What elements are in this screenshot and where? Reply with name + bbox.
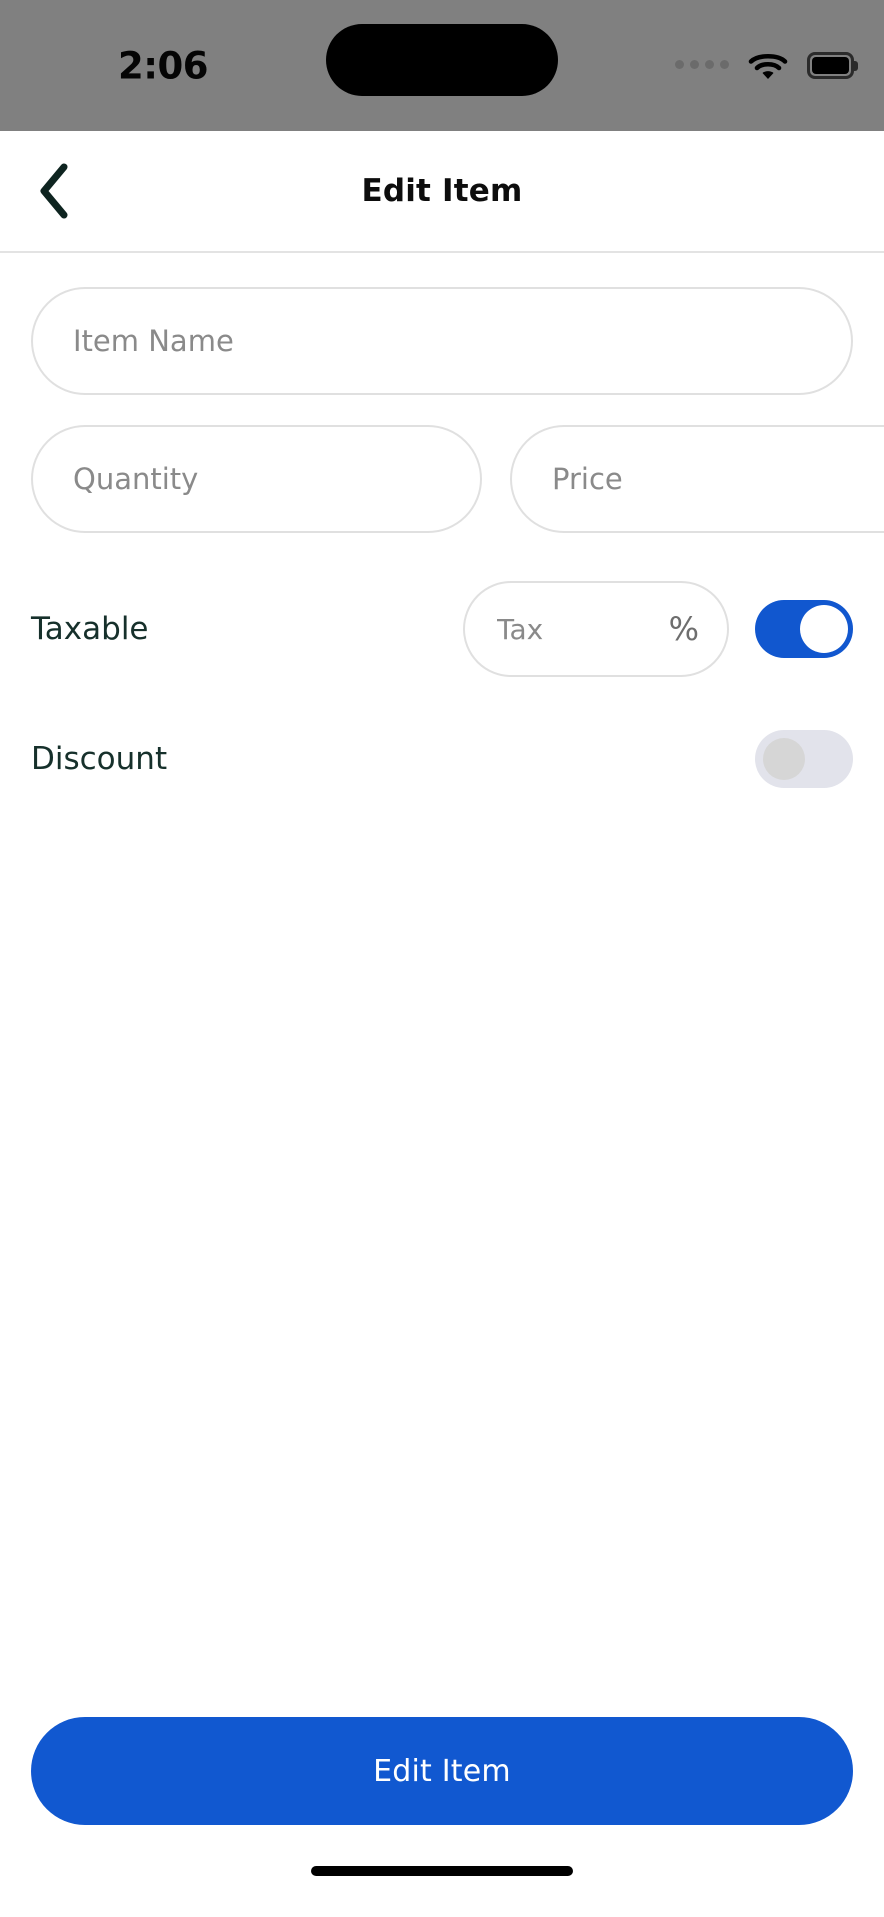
dynamic-island	[326, 24, 558, 96]
discount-toggle[interactable]	[755, 730, 853, 788]
discount-row: Discount	[31, 705, 853, 813]
percent-icon: %	[668, 610, 699, 648]
battery-full-icon	[807, 52, 854, 79]
nav-header: Edit Item	[0, 131, 884, 253]
quantity-price-row	[31, 425, 884, 533]
taxable-label: Taxable	[31, 611, 149, 647]
status-bar: 2:06	[0, 0, 884, 131]
item-name-input[interactable]	[31, 287, 853, 395]
price-input[interactable]	[510, 425, 884, 533]
footer: Edit Item	[0, 1717, 884, 1825]
toggle-knob	[800, 605, 848, 653]
discount-label: Discount	[31, 741, 168, 777]
toggle-knob	[763, 738, 805, 780]
home-indicator[interactable]	[311, 1866, 573, 1876]
quantity-input[interactable]	[31, 425, 482, 533]
page-title: Edit Item	[361, 173, 523, 209]
tax-input[interactable]	[497, 612, 663, 646]
back-button[interactable]	[26, 159, 82, 223]
chevron-left-icon	[40, 163, 68, 219]
wifi-icon	[748, 53, 788, 79]
edit-item-form: Taxable % Discount	[0, 253, 884, 1717]
signal-dots-icon	[675, 60, 729, 71]
status-bar-indicators	[675, 51, 854, 81]
status-bar-time: 2:06	[118, 44, 209, 87]
tax-field[interactable]: %	[463, 581, 729, 677]
home-indicator-area	[0, 1825, 884, 1917]
edit-item-submit-button[interactable]: Edit Item	[31, 1717, 853, 1825]
phone-screen: 2:06 Edit Item Item Name Quantity Price …	[0, 0, 884, 1917]
taxable-row: Taxable %	[31, 575, 853, 683]
taxable-toggle[interactable]	[755, 600, 853, 658]
